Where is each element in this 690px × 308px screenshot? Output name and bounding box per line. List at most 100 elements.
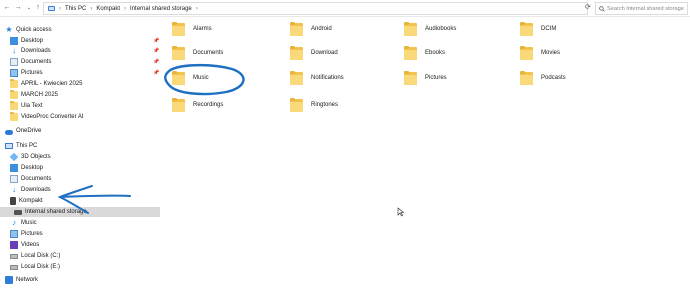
sidebar-item-march-2025[interactable]: MARCH 2025: [0, 90, 160, 100]
network-icon: [5, 276, 13, 284]
breadcrumb-kompakt[interactable]: Kompakt: [96, 6, 120, 12]
sidebar-item-label: VideoProc Converter AI: [21, 114, 84, 120]
folder-item-android[interactable]: Android: [283, 18, 395, 40]
sidebar-item-label: OneDrive: [16, 128, 42, 134]
sidebar-item-ula-text[interactable]: Ula Text: [0, 101, 160, 111]
desktop-icon: [10, 37, 18, 45]
sidebar-item-documents-quick[interactable]: Documents 📌: [0, 57, 160, 67]
sidebar-item-label: Documents: [21, 59, 52, 65]
pin-icon[interactable]: 📌: [153, 59, 159, 65]
folder-name: Android: [311, 26, 332, 32]
this-pc-icon: [48, 6, 55, 11]
sidebar-item-quick-access[interactable]: ★ Quick access: [0, 25, 160, 35]
refresh-icon[interactable]: ⟳: [585, 3, 591, 11]
folder-icon: [172, 97, 185, 112]
folder-item-notifications[interactable]: Notifications: [283, 67, 395, 89]
folder-name: Podcasts: [541, 75, 566, 81]
sidebar-item-label: Desktop: [21, 165, 44, 171]
sidebar-item-local-disk-e[interactable]: Local Disk (E:): [0, 262, 160, 272]
folder-item-ringtones[interactable]: Ringtones: [283, 94, 395, 116]
sidebar-item-3d-objects[interactable]: 3D Objects: [0, 152, 160, 162]
folder-item-pictures[interactable]: Pictures: [397, 67, 509, 89]
folder-icon: [404, 21, 417, 36]
folder-item-documents[interactable]: Documents: [165, 42, 277, 64]
sidebar-item-downloads[interactable]: ↓ Downloads: [0, 185, 160, 195]
videos-icon: [10, 241, 18, 249]
sidebar-item-pictures[interactable]: Pictures: [0, 229, 160, 239]
folder-icon: [10, 90, 18, 99]
sidebar-item-network[interactable]: Network: [0, 275, 160, 285]
sidebar-item-downloads-quick[interactable]: ↓ Downloads 📌: [0, 46, 160, 56]
sidebar-item-label: APRIL - Kwiecien 2025: [21, 81, 83, 87]
pictures-icon: [10, 69, 18, 77]
download-arrow-icon: ↓: [12, 185, 16, 194]
sidebar-item-april-2025[interactable]: APRIL - Kwiecien 2025: [0, 79, 160, 89]
sidebar-item-label: Downloads: [21, 187, 51, 193]
folder-icon: [172, 45, 185, 60]
sidebar-item-desktop-quick[interactable]: Desktop 📌: [0, 36, 160, 46]
drive-icon: [10, 264, 18, 270]
folder-content-area: Alarms Android Audiobooks DCIM Documents…: [165, 17, 690, 308]
sidebar-item-pictures-quick[interactable]: Pictures 📌: [0, 68, 160, 78]
folder-item-download[interactable]: Download: [283, 42, 395, 64]
address-bar[interactable]: › This PC › Kompakt › Internal shared st…: [43, 2, 588, 15]
folder-name: Music: [193, 75, 209, 81]
drive-icon: [10, 253, 18, 259]
mouse-cursor-icon: [397, 207, 405, 217]
sidebar-item-documents[interactable]: Documents: [0, 174, 160, 184]
folder-item-movies[interactable]: Movies: [513, 42, 625, 64]
breadcrumb-separator-icon[interactable]: ›: [196, 6, 198, 12]
desktop-icon: [10, 164, 18, 172]
pin-icon[interactable]: 📌: [153, 48, 159, 54]
sidebar-item-label: Local Disk (E:): [21, 264, 61, 270]
sidebar-item-label: Ula Text: [21, 103, 43, 109]
folder-item-ebooks[interactable]: Ebooks: [397, 42, 509, 64]
folder-name: Download: [311, 50, 338, 56]
sidebar-item-label: Downloads: [21, 48, 51, 54]
search-box[interactable]: [595, 2, 688, 15]
sidebar-item-videoproc[interactable]: VideoProc Converter AI: [0, 112, 160, 122]
folder-icon: [520, 21, 533, 36]
this-pc-icon: [5, 143, 13, 149]
sidebar-item-desktop[interactable]: Desktop: [0, 163, 160, 173]
folder-item-dcim[interactable]: DCIM: [513, 18, 625, 40]
sidebar-item-label: Local Disk (C:): [21, 253, 61, 259]
breadcrumb-separator-icon: ›: [59, 5, 61, 12]
folder-name: Pictures: [425, 75, 447, 81]
sidebar-item-kompakt[interactable]: Kompakt: [0, 196, 160, 206]
pictures-icon: [10, 230, 18, 238]
search-icon: [599, 5, 605, 12]
breadcrumb-internal-shared-storage[interactable]: Internal shared storage: [130, 6, 192, 12]
folder-item-podcasts[interactable]: Podcasts: [513, 67, 625, 89]
folder-name: Ringtones: [311, 102, 339, 108]
star-icon: ★: [5, 25, 13, 34]
pin-icon[interactable]: 📌: [153, 70, 159, 76]
forward-arrow-icon[interactable]: →: [13, 3, 23, 13]
folder-name: Movies: [541, 50, 561, 56]
search-input[interactable]: [607, 5, 687, 12]
sidebar-item-onedrive[interactable]: OneDrive: [0, 126, 160, 136]
folder-icon: [290, 45, 303, 60]
sidebar-item-label: Desktop: [21, 38, 44, 44]
folder-icon: [172, 21, 185, 36]
address-toolbar: ← → ⌄ ↑ › This PC › Kompakt › Internal s…: [0, 0, 690, 17]
pin-icon[interactable]: 📌: [153, 38, 159, 44]
folder-icon: [172, 70, 185, 85]
folder-item-music[interactable]: Music: [165, 67, 277, 89]
sidebar-item-label: Videos: [21, 242, 40, 248]
up-arrow-icon[interactable]: ↑: [33, 3, 43, 13]
folder-item-alarms[interactable]: Alarms: [165, 18, 277, 40]
sidebar-item-label: Pictures: [21, 70, 43, 76]
folder-item-recordings[interactable]: Recordings: [165, 94, 277, 116]
sidebar-item-local-disk-c[interactable]: Local Disk (C:): [0, 251, 160, 261]
folder-icon: [404, 70, 417, 85]
sidebar-item-this-pc[interactable]: This PC: [0, 141, 160, 151]
sidebar-item-internal-shared-storage[interactable]: Internal shared storage: [0, 207, 160, 217]
documents-icon: [10, 58, 18, 66]
folder-item-audiobooks[interactable]: Audiobooks: [397, 18, 509, 40]
documents-icon: [10, 175, 18, 183]
back-arrow-icon[interactable]: ←: [2, 3, 12, 13]
breadcrumb-this-pc[interactable]: This PC: [65, 6, 86, 12]
sidebar-item-videos[interactable]: Videos: [0, 240, 160, 250]
sidebar-item-music[interactable]: ♪ Music: [0, 218, 160, 228]
